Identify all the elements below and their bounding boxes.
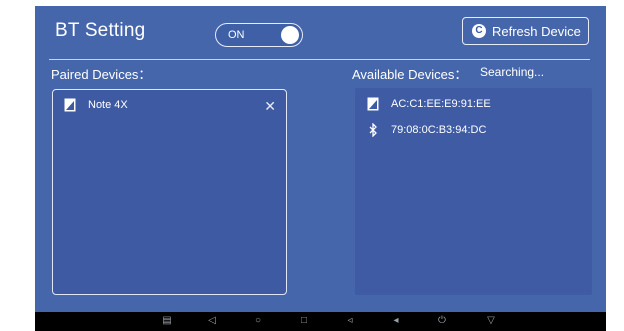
volume-up-icon[interactable]: ◂ — [389, 315, 403, 327]
header-divider — [49, 59, 590, 60]
paired-device-name: Note 4X — [88, 99, 128, 111]
available-device-name: AC:C1:EE:E9:91:EE — [391, 98, 491, 110]
volume-down-icon[interactable]: ◃ — [343, 315, 357, 327]
available-device-name: 79:08:0C:B3:94:DC — [391, 124, 487, 136]
screenshot-icon[interactable]: ▤ — [160, 315, 174, 327]
paired-devices-panel: Note 4X ✕ — [52, 89, 287, 295]
available-devices-label: Available Devices： — [352, 67, 468, 82]
refresh-icon: C — [472, 24, 486, 38]
available-device-row[interactable]: 79:08:0C:B3:94:DC — [367, 123, 577, 141]
search-status: Searching... — [480, 65, 545, 79]
phone-icon — [367, 97, 379, 111]
close-icon[interactable]: ✕ — [264, 98, 276, 115]
toggle-knob[interactable] — [281, 26, 299, 44]
phone-icon — [64, 98, 76, 112]
home-icon[interactable]: ○ — [251, 315, 265, 327]
available-devices-panel: AC:C1:EE:E9:91:EE 79:08:0C:B3:94:DC — [355, 88, 592, 295]
power-icon[interactable]: ⏻ — [435, 315, 449, 327]
paired-devices-label: Paired Devices： — [51, 67, 152, 82]
menu-down-icon[interactable]: ▽ — [484, 315, 498, 327]
bt-toggle[interactable]: ON — [215, 23, 303, 47]
refresh-label: Refresh Device — [492, 24, 581, 39]
bluetooth-icon — [369, 123, 377, 137]
recents-icon[interactable]: □ — [297, 315, 311, 327]
toggle-label: ON — [228, 29, 245, 41]
paired-device-row[interactable]: Note 4X — [64, 98, 274, 116]
available-device-row[interactable]: AC:C1:EE:E9:91:EE — [367, 97, 577, 115]
page-title: BT Setting — [55, 20, 146, 41]
back-icon[interactable]: ◁ — [205, 315, 219, 327]
system-navbar: ▤ ◁ ○ □ ◃ ◂ ⏻ ▽ — [35, 312, 606, 331]
bt-setting-screen: BT Setting ON C Refresh Device Paired De… — [35, 6, 606, 312]
refresh-device-button[interactable]: C Refresh Device — [462, 17, 589, 45]
